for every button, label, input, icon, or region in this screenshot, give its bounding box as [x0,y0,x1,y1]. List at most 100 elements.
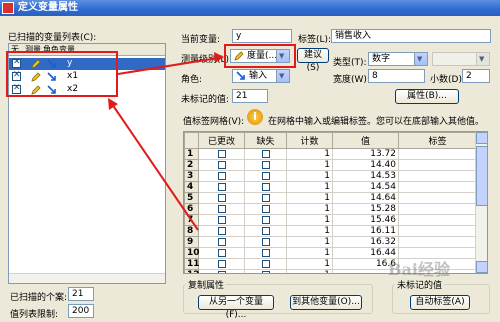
changed-checkbox[interactable] [217,248,226,257]
value-cell[interactable]: 16.32 [332,236,399,248]
grid-vertical-scrollbar[interactable] [475,132,487,273]
changed-cell[interactable] [198,159,245,171]
changed-checkbox[interactable] [217,215,226,224]
value-cell[interactable]: 14.40 [332,159,399,171]
value-limit-field[interactable]: 200 [68,304,94,318]
label-cell[interactable] [398,170,477,182]
type-select[interactable]: 数字 [368,52,428,66]
changed-checkbox[interactable] [217,182,226,191]
missing-checkbox[interactable] [261,149,270,158]
changed-checkbox[interactable] [217,259,226,268]
missing-cell[interactable] [244,159,287,171]
missing-cell[interactable] [244,148,287,160]
missing-checkbox[interactable] [261,259,270,268]
label-cell[interactable] [398,214,477,226]
table-row[interactable]: 7 1 15.46 [184,214,477,226]
missing-checkbox[interactable] [261,226,270,235]
label-header[interactable]: 标签 [398,132,477,149]
auto-label-button[interactable]: 自动标签(A) [410,295,470,310]
label-cell[interactable] [398,203,477,215]
changed-cell[interactable] [198,181,245,193]
list-horizontal-scrollbar[interactable] [9,273,165,283]
missing-cell[interactable] [244,181,287,193]
chevron-down-icon[interactable] [276,70,289,82]
missing-cell[interactable] [244,214,287,226]
value-cell[interactable]: 13.72 [332,148,399,160]
missing-checkbox[interactable] [261,215,270,224]
chevron-down-icon[interactable] [414,53,427,65]
value-cell[interactable]: 15.46 [332,214,399,226]
missing-header[interactable]: 缺失 [244,132,287,149]
missing-checkbox[interactable] [261,204,270,213]
row-number: 11 [184,258,200,270]
changed-header[interactable]: 已更改 [198,132,245,149]
copy-to-variables-button[interactable]: 到其他变量(O)... [290,295,362,310]
value-cell[interactable]: 15.28 [332,203,399,215]
value-cell[interactable]: 14.53 [332,170,399,182]
value-cell[interactable]: 14.54 [332,181,399,193]
table-row[interactable]: 5 1 14.64 [184,192,477,204]
missing-checkbox[interactable] [261,248,270,257]
copy-from-variable-button[interactable]: 从另一个变量(F)... [198,295,274,320]
label-cell[interactable] [398,236,477,248]
label-cell[interactable] [398,225,477,237]
table-row[interactable]: 9 1 16.32 [184,236,477,248]
attributes-button[interactable]: 属性(B)... [395,89,459,104]
missing-cell[interactable] [244,269,287,273]
value-cell[interactable]: 16.11 [332,225,399,237]
table-row[interactable]: 6 1 15.28 [184,203,477,215]
table-row[interactable]: 1 1 13.72 [184,148,477,160]
missing-cell[interactable] [244,192,287,204]
count-header[interactable]: 计数 [286,132,333,149]
missing-checkbox[interactable] [261,193,270,202]
changed-cell[interactable] [198,203,245,215]
missing-cell[interactable] [244,225,287,237]
changed-checkbox[interactable] [217,160,226,169]
missing-checkbox[interactable] [261,237,270,246]
missing-checkbox[interactable] [261,270,270,273]
value-header[interactable]: 值 [332,132,399,149]
table-row[interactable]: 4 1 14.54 [184,181,477,193]
changed-checkbox[interactable] [217,237,226,246]
decimals-input[interactable]: 2 [462,69,490,83]
value-label-grid[interactable]: 已更改 缺失 计数 值 标签 1 1 13.72 2 1 14.40 3 1 14.53 4… [183,131,488,274]
changed-cell[interactable] [198,247,245,259]
width-input[interactable]: 8 [368,69,425,83]
scroll-down-icon[interactable] [476,261,487,273]
changed-cell[interactable] [198,214,245,226]
changed-cell[interactable] [198,225,245,237]
missing-checkbox[interactable] [261,171,270,180]
changed-checkbox[interactable] [217,171,226,180]
scroll-thumb[interactable] [476,146,487,206]
label-cell[interactable] [398,192,477,204]
changed-checkbox[interactable] [217,226,226,235]
role-select[interactable]: 输入 [232,69,290,83]
suggest-button[interactable]: 建议(S) [297,48,329,73]
missing-checkbox[interactable] [261,182,270,191]
changed-cell[interactable] [198,269,245,273]
changed-cell[interactable] [198,170,245,182]
changed-cell[interactable] [198,192,245,204]
changed-cell[interactable] [198,236,245,248]
label-cell[interactable] [398,181,477,193]
table-row[interactable]: 3 1 14.53 [184,170,477,182]
scroll-up-icon[interactable] [476,132,487,144]
changed-cell[interactable] [198,148,245,160]
variable-label-input[interactable]: 销售收入 [331,29,491,43]
missing-cell[interactable] [244,203,287,215]
missing-checkbox[interactable] [261,160,270,169]
missing-cell[interactable] [244,170,287,182]
table-row[interactable]: 8 1 16.11 [184,225,477,237]
changed-checkbox[interactable] [217,193,226,202]
missing-cell[interactable] [244,236,287,248]
changed-checkbox[interactable] [217,270,226,273]
missing-cell[interactable] [244,258,287,270]
table-row[interactable]: 2 1 14.40 [184,159,477,171]
changed-checkbox[interactable] [217,149,226,158]
label-cell[interactable] [398,148,477,160]
changed-checkbox[interactable] [217,204,226,213]
label-cell[interactable] [398,159,477,171]
value-cell[interactable]: 14.64 [332,192,399,204]
missing-cell[interactable] [244,247,287,259]
changed-cell[interactable] [198,258,245,270]
